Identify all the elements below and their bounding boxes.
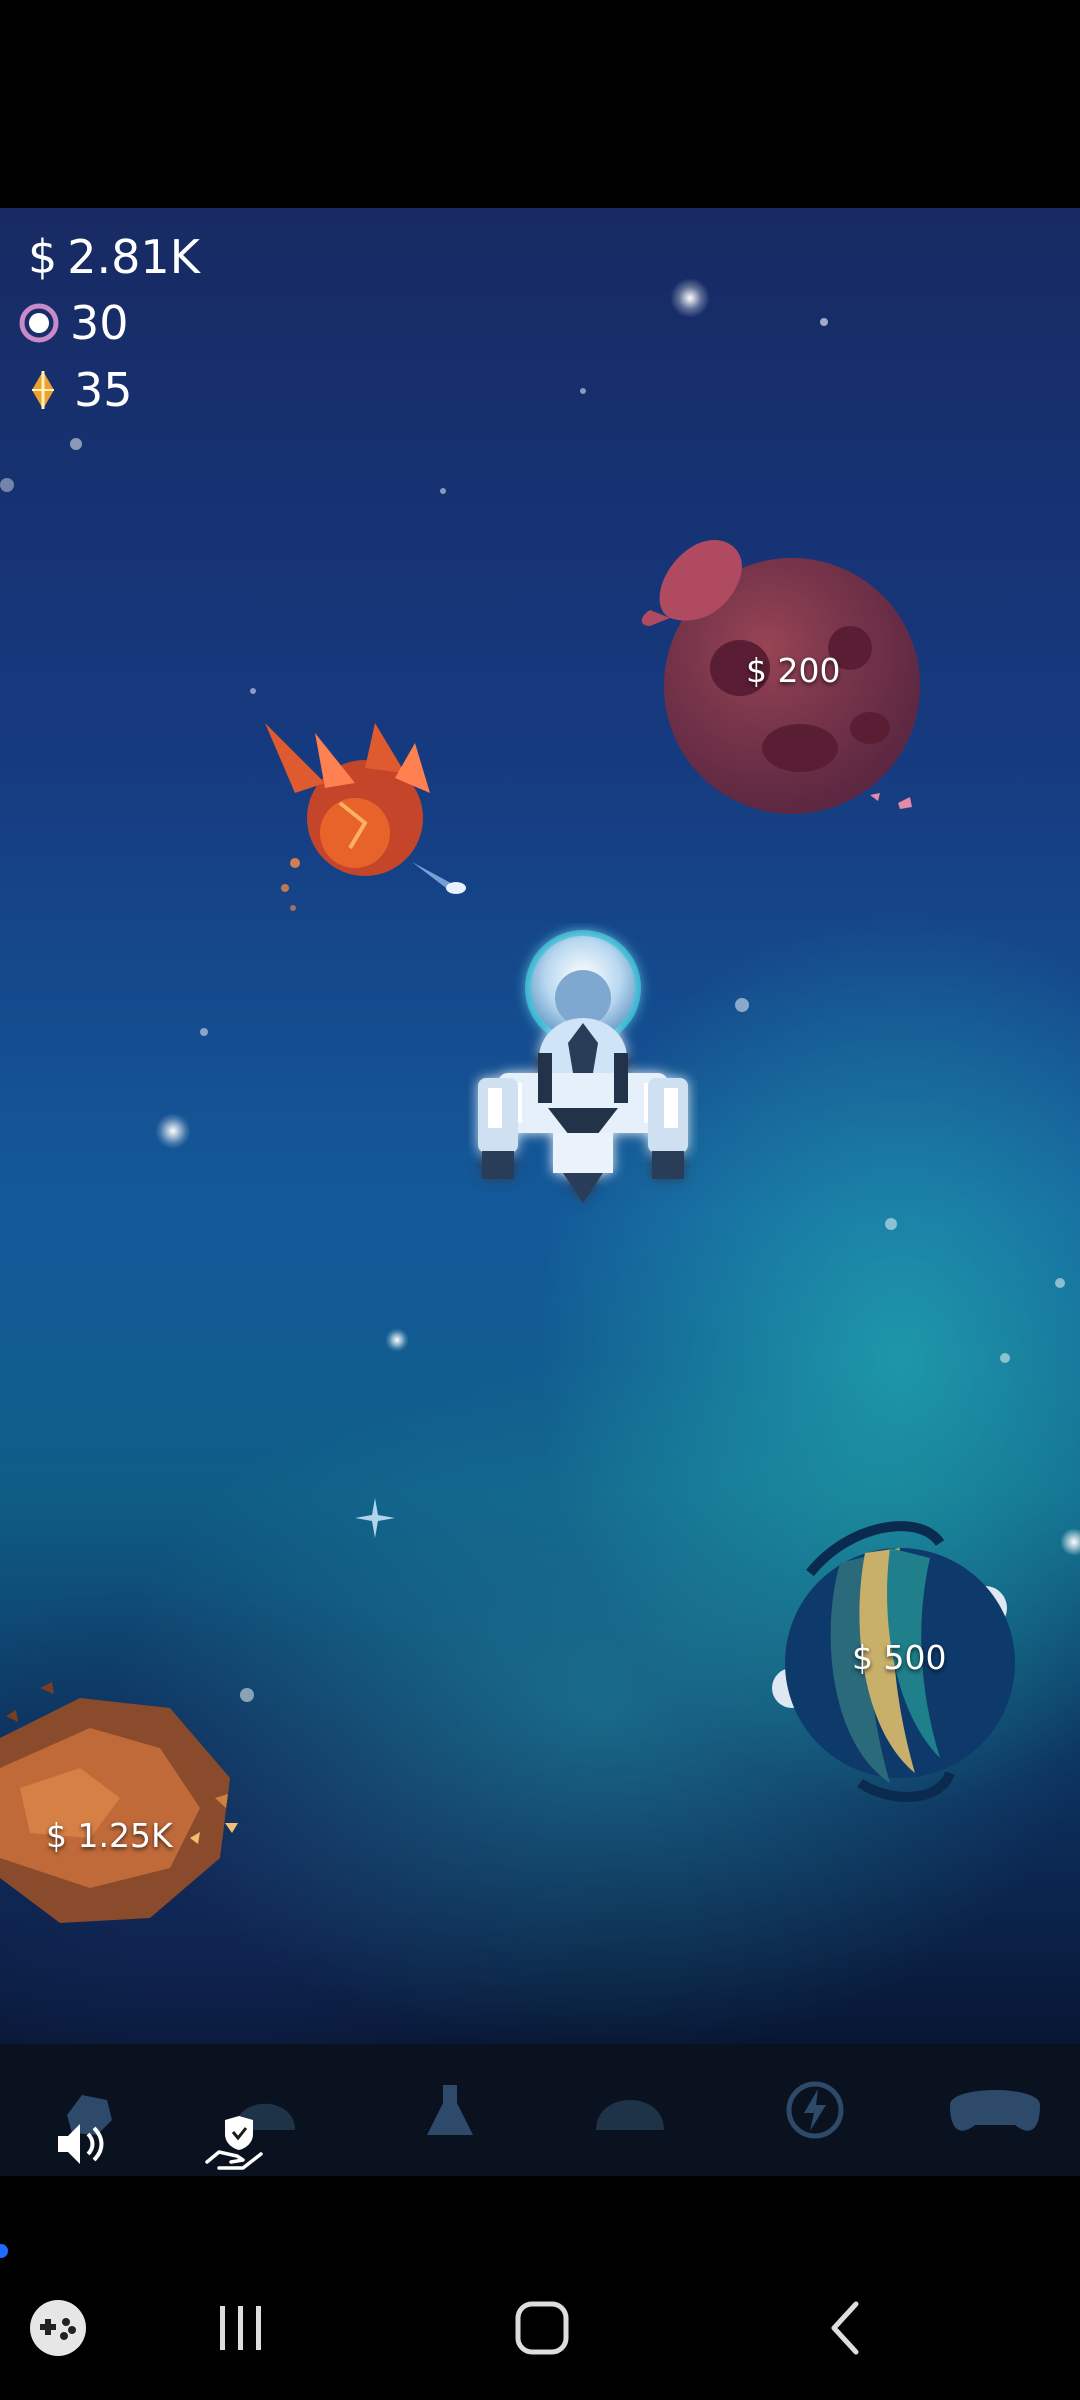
money-value: 2.81K <box>67 230 200 284</box>
fuel-crystal-icon <box>32 371 54 409</box>
rocky-planet[interactable] <box>0 1658 250 1928</box>
fuel-counter: 35 <box>22 363 133 417</box>
fuel-value: 35 <box>74 363 133 417</box>
sparkle-icon <box>355 1498 395 1538</box>
home-icon <box>515 2301 569 2355</box>
game-launcher-icon <box>30 2300 86 2356</box>
gem-counter: 30 <box>18 296 129 350</box>
back-button[interactable] <box>795 2278 895 2378</box>
gem-value: 30 <box>70 296 129 350</box>
gem-icon <box>19 303 59 343</box>
status-bar <box>0 0 1080 208</box>
missile <box>412 862 466 894</box>
recent-apps-icon <box>220 2306 261 2350</box>
privacy-button[interactable] <box>195 2104 275 2184</box>
back-icon <box>831 2301 859 2355</box>
edge-indicator <box>0 2244 8 2258</box>
red-planet-price: $ 200 <box>746 651 841 690</box>
home-button[interactable] <box>492 2278 592 2378</box>
player-ship[interactable] <box>468 923 698 1223</box>
blue-planet-price: $ 500 <box>852 1638 947 1677</box>
game-area[interactable]: $ 2.81K 30 35 $ 200 $ 500 $ 1.25K <box>0 208 1080 2044</box>
sound-button[interactable] <box>40 2104 120 2184</box>
game-launcher-button[interactable] <box>8 2278 108 2378</box>
system-navigation-bar <box>0 2260 1080 2400</box>
recent-apps-button[interactable] <box>190 2278 290 2378</box>
money-counter: $ 2.81K <box>28 230 200 284</box>
hand-shield-icon <box>205 2116 263 2170</box>
rock-planet-price: $ 1.25K <box>46 1816 173 1855</box>
speaker-icon <box>58 2124 104 2164</box>
money-symbol: $ <box>28 230 58 284</box>
debris-fragments <box>870 793 912 809</box>
